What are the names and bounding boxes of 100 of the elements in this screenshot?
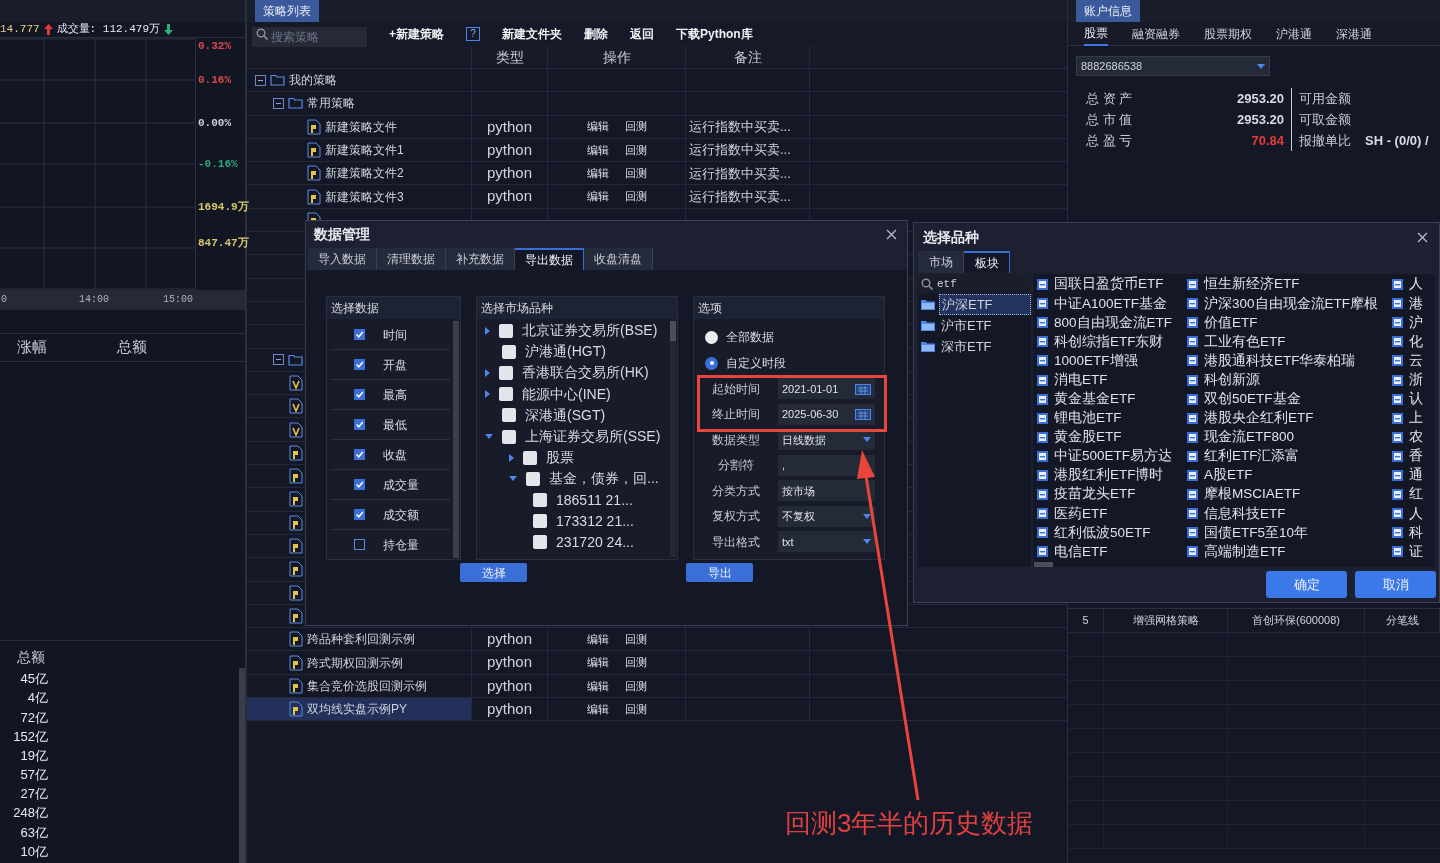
tree-row[interactable]: 跨式期权回测示例 [247,651,472,674]
expand-arrow-icon[interactable] [509,453,514,462]
help-button[interactable]: ? [466,27,480,41]
scrollbar-thumb[interactable] [670,321,676,341]
action-link[interactable]: 回测 [624,188,647,205]
toolbar-button[interactable]: 新建文件夹 [502,25,562,43]
checkbox[interactable] [499,365,513,380]
category-item[interactable]: 沪深ETF [939,293,1031,316]
symbol-item[interactable]: 通 [1409,465,1423,486]
symbol-item[interactable]: 化 [1409,331,1423,352]
tab[interactable]: 导入数据 [308,248,377,270]
checkbox[interactable] [354,359,365,370]
tab[interactable]: 深港通 [1336,21,1372,46]
radio-button[interactable] [705,356,718,370]
action-link[interactable]: 编辑 [586,654,609,671]
action-link[interactable]: 编辑 [586,631,609,648]
collapse-arrow-icon[interactable] [509,476,517,482]
dialog-button[interactable]: 取消 [1355,571,1436,598]
field-option[interactable]: 最高 [383,385,407,404]
symbol-item[interactable]: 科创综指ETF东财 [1054,331,1164,352]
market-item[interactable]: 231720 24... [556,531,634,553]
symbol-item[interactable]: 农 [1409,427,1423,448]
symbol-item[interactable]: 香 [1409,446,1423,467]
field-option[interactable]: 持仓量 [383,535,419,554]
category-item[interactable]: 深市ETF [939,336,994,357]
tab[interactable]: 补充数据 [446,248,515,270]
action-link[interactable]: 编辑 [586,700,609,718]
tree-row[interactable]: 新建策略文件1 [247,138,472,162]
toolbar-button[interactable]: 下载Python库 [676,25,753,43]
checkbox[interactable] [354,509,365,520]
symbol-item[interactable]: 港 [1409,293,1423,314]
action-link[interactable]: 编辑 [586,118,609,135]
symbol-item[interactable]: 沪深300自由现金流ETF摩根 [1204,293,1379,314]
checkbox[interactable] [354,419,365,430]
symbol-item[interactable]: 人 [1409,503,1423,524]
input-field[interactable]: 2021-01-01 [778,378,875,400]
strategy-name[interactable]: 新建策略文件3 [325,187,404,206]
action-link[interactable]: 编辑 [586,141,609,159]
toolbar-button[interactable]: +新建策略 [389,25,444,43]
strategy-name[interactable]: 新建策略文件 [325,117,397,136]
symbol-item[interactable]: 浙 [1409,369,1423,391]
symbol-item[interactable]: 锂电池ETF [1054,408,1122,429]
dialog-button[interactable]: 确定 [1266,571,1347,598]
tree-row[interactable]: 集合竞价选股回测示例 [247,674,472,697]
tab[interactable]: 股票期权 [1204,21,1252,46]
symbol-item[interactable]: 摩根MSCIAETF [1204,484,1301,505]
market-item[interactable]: 上海证券交易所(SSE) [525,426,661,448]
expand-arrow-icon[interactable] [485,390,490,399]
checkbox[interactable] [526,471,540,486]
collapse-toggle-icon[interactable] [255,74,266,86]
strategy-name[interactable]: 集合竞价选股回测示例 [307,676,427,695]
strategy-name[interactable]: 新建策略文件2 [325,164,404,183]
symbol-item[interactable]: 高端制造ETF [1204,541,1286,562]
symbol-item[interactable]: 双创50ETF基金 [1204,389,1301,410]
field-option[interactable]: 收盘 [383,445,407,464]
expand-arrow-icon[interactable] [485,368,490,377]
tab[interactable]: 板块 [964,251,1010,273]
strategy-name[interactable]: 新建策略文件1 [325,141,404,160]
dropdown[interactable]: 不复权 [778,505,875,527]
radio-button[interactable] [705,330,718,344]
tree-row[interactable]: 跨品种套利回测示例 [247,628,472,651]
action-link[interactable]: 回测 [624,654,647,671]
tab[interactable]: 融资融券 [1132,21,1180,46]
tree-row[interactable]: 新建策略文件 [247,115,472,138]
tab[interactable]: 清理数据 [377,248,446,270]
field-option[interactable]: 开盘 [383,355,407,374]
field-option[interactable]: 成交额 [383,505,419,524]
checkbox[interactable] [533,514,547,529]
symbol-item[interactable]: 港股央企红利ETF [1204,408,1314,429]
market-item[interactable]: 股票 [546,447,574,469]
checkbox[interactable] [354,479,365,490]
action-link[interactable]: 编辑 [586,677,609,695]
input-field[interactable]: 按市场 [778,480,875,502]
tree-row[interactable]: 新建策略文件2 [247,162,472,185]
toolbar-button[interactable]: 删除 [584,25,608,43]
action-link[interactable]: 编辑 [586,188,609,205]
symbol-item[interactable]: 电信ETF [1054,541,1108,562]
tab[interactable]: 收盘清盘 [584,248,653,270]
symbol-item[interactable]: 上 [1409,408,1423,429]
checkbox[interactable] [354,449,365,460]
tab[interactable]: 导出数据 [515,248,584,270]
symbol-item[interactable]: A股ETF [1204,465,1253,486]
checkbox[interactable] [354,329,365,340]
dropdown-caret-icon[interactable] [1257,63,1265,69]
expand-arrow-icon[interactable] [485,326,490,335]
symbol-item[interactable]: 现金流ETF800 [1204,427,1295,448]
symbol-item[interactable]: 黄金基金ETF [1054,389,1136,410]
symbol-item[interactable]: 800自由现金流ETF [1054,312,1173,333]
checkbox[interactable] [533,493,547,508]
folder-label[interactable]: 我的策略 [289,71,337,90]
dropdown-caret-icon[interactable] [863,539,871,545]
checkbox[interactable] [523,450,537,465]
symbol-item[interactable]: 工业有色ETF [1204,331,1286,352]
checkbox[interactable] [354,539,365,550]
market-item[interactable]: 香港联合交易所(HK) [522,362,649,384]
account-dropdown[interactable]: 8882686538 [1076,56,1270,76]
market-item[interactable]: 基金，债券，回... [549,468,659,490]
symbol-item[interactable]: 中证A100ETF基金 [1054,293,1168,314]
strategy-name[interactable]: 跨式期权回测示例 [307,653,403,672]
tree-row[interactable]: 常用策略 [247,92,472,115]
